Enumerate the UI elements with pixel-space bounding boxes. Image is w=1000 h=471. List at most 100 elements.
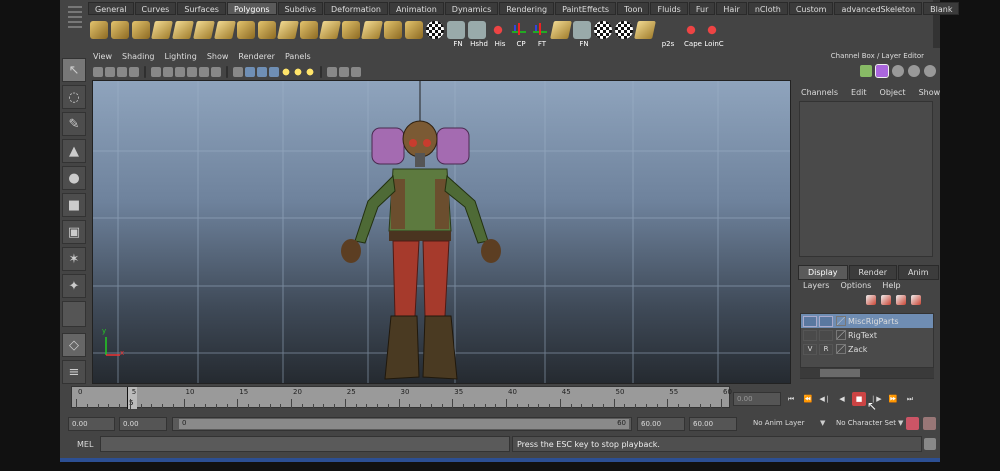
- textured-icon[interactable]: [269, 67, 279, 77]
- scale-tool-icon[interactable]: ■: [62, 193, 86, 217]
- script-icon[interactable]: [924, 65, 936, 77]
- new-layer-from-selection-icon[interactable]: [911, 295, 921, 305]
- poly-bridge-icon[interactable]: [319, 21, 341, 39]
- channel-box-menu-object[interactable]: Object: [880, 88, 906, 97]
- layer-tab-render[interactable]: Render: [848, 265, 897, 280]
- layer-playback-toggle[interactable]: [819, 329, 833, 341]
- shelf-tab-deformation[interactable]: Deformation: [324, 2, 388, 15]
- wireframe-icon[interactable]: [233, 67, 243, 77]
- character-model[interactable]: [341, 120, 501, 380]
- layer-row[interactable]: RigText: [801, 328, 933, 342]
- grid-icon[interactable]: [151, 67, 161, 77]
- shelf-tab-fluids[interactable]: Fluids: [650, 2, 688, 15]
- play-backwards-icon[interactable]: ◀: [835, 392, 849, 406]
- script-editor-icon[interactable]: [924, 438, 936, 450]
- go-to-start-icon[interactable]: ⏮: [784, 392, 798, 406]
- shelf-fn2-icon[interactable]: FN: [573, 21, 591, 48]
- poly-cylinder-icon[interactable]: [132, 21, 150, 39]
- shelf-tab-surfaces[interactable]: Surfaces: [177, 2, 226, 15]
- wireframe-on-shaded-icon[interactable]: [257, 67, 267, 77]
- viewport-menu-lighting[interactable]: Lighting: [164, 52, 196, 65]
- feather-icon[interactable]: [634, 21, 656, 39]
- layer-color-swatch[interactable]: [836, 316, 846, 326]
- tool-settings-icon[interactable]: [892, 65, 904, 77]
- shelf-his-icon[interactable]: His: [489, 21, 507, 48]
- checker-sphere-icon[interactable]: [426, 21, 444, 39]
- anim-layer-dropdown[interactable]: No Anim Layer: [750, 417, 807, 431]
- poly-append-icon[interactable]: [342, 21, 360, 39]
- animation-preferences-icon[interactable]: [923, 417, 936, 430]
- universal-manipulator-icon[interactable]: ▣: [62, 220, 86, 244]
- shelf-cp-icon[interactable]: CP: [510, 21, 528, 48]
- shelf-hshd-icon[interactable]: Hshd: [468, 21, 488, 48]
- step-back-key-icon[interactable]: ⏪: [801, 392, 815, 406]
- command-line-input[interactable]: [100, 436, 510, 452]
- shelf-tab-custom[interactable]: Custom: [788, 2, 834, 15]
- command-language-label[interactable]: MEL: [77, 440, 93, 449]
- viewport-menu-renderer[interactable]: Renderer: [238, 52, 275, 65]
- layer-tab-display[interactable]: Display: [798, 265, 848, 280]
- layer-visibility-toggle[interactable]: [803, 329, 817, 341]
- channel-box-icon[interactable]: [860, 65, 872, 77]
- layer-color-swatch[interactable]: [836, 344, 846, 354]
- character-set-dropdown[interactable]: No Character Set: [833, 417, 899, 431]
- shelf-tab-animation[interactable]: Animation: [388, 2, 444, 15]
- shelf-tab-general[interactable]: General: [88, 2, 134, 15]
- shelf-tab-painteffects[interactable]: PaintEffects: [555, 2, 617, 15]
- rotate-tool-icon[interactable]: ●: [62, 166, 86, 190]
- shelf-tab-toon[interactable]: Toon: [617, 2, 650, 15]
- poly-cube-icon[interactable]: [90, 21, 108, 39]
- select-tool-icon[interactable]: ↖: [62, 58, 86, 82]
- channel-box-area[interactable]: [799, 101, 933, 257]
- lighting-icon[interactable]: [305, 67, 315, 77]
- playback-end-field[interactable]: 60.00: [637, 417, 685, 431]
- layer-visibility-toggle[interactable]: [803, 315, 817, 327]
- poly-split-icon[interactable]: [361, 21, 383, 39]
- shelf-tab-subdivs[interactable]: Subdivs: [277, 2, 324, 15]
- range-slider[interactable]: 0 60: [172, 417, 632, 431]
- go-to-end-icon[interactable]: ⏭: [903, 392, 917, 406]
- end-time-field[interactable]: 60.00: [689, 417, 737, 431]
- checker-flag-2-icon[interactable]: [615, 21, 633, 39]
- resolution-gate-icon[interactable]: [175, 67, 185, 77]
- shadows-icon[interactable]: [293, 67, 303, 77]
- shelf-grip[interactable]: [68, 6, 82, 40]
- poly-mirror-icon[interactable]: [277, 21, 299, 39]
- scrollbar-thumb[interactable]: [820, 369, 860, 377]
- layer-color-swatch[interactable]: [836, 330, 846, 340]
- layer-tab-anim[interactable]: Anim: [897, 265, 939, 280]
- step-back-frame-icon[interactable]: ◀❘: [818, 392, 832, 406]
- perspective-viewport[interactable]: y x: [92, 80, 791, 384]
- layer-playback-toggle[interactable]: [819, 315, 833, 327]
- attribute-editor-icon[interactable]: [875, 64, 889, 78]
- shelf-cape-icon[interactable]: Cape: [682, 21, 702, 48]
- layer-list-scrollbar[interactable]: [800, 367, 934, 378]
- channel-box-menu-show[interactable]: Show: [919, 88, 941, 97]
- shelf-fn-icon[interactable]: FN: [447, 21, 465, 48]
- layout-outliner-icon[interactable]: ≡: [62, 360, 86, 384]
- shelf-tab-curves[interactable]: Curves: [134, 2, 177, 15]
- shelf-tab-advancedskeleton[interactable]: advancedSkeleton: [834, 2, 923, 15]
- move-tool-icon[interactable]: ▲: [62, 139, 86, 163]
- select-camera-icon[interactable]: [93, 67, 103, 77]
- channel-box-menu-channels[interactable]: Channels: [801, 88, 838, 97]
- shelf-ft-icon[interactable]: FT: [531, 21, 549, 48]
- paint-select-tool-icon[interactable]: ✎: [62, 112, 86, 136]
- viewport-menu-show[interactable]: Show: [207, 52, 229, 65]
- shelf-tab-polygons[interactable]: Polygons: [226, 2, 277, 15]
- shelf-tab-ncloth[interactable]: nCloth: [747, 2, 788, 15]
- playback-start-field[interactable]: 0.00: [119, 417, 167, 431]
- viewport-menu-shading[interactable]: Shading: [122, 52, 155, 65]
- layout-single-icon[interactable]: ◇: [62, 333, 86, 357]
- time-slider[interactable]: 5 0 5 10 15 20 25 30 35 40 45 50 55 60: [71, 386, 732, 409]
- layer-menu-options[interactable]: Options: [840, 281, 871, 290]
- smooth-shade-icon[interactable]: [245, 67, 255, 77]
- bookmark-icon[interactable]: [117, 67, 127, 77]
- start-time-field[interactable]: 0.00: [68, 417, 115, 431]
- shelf-loinc-icon[interactable]: LoinC: [703, 21, 724, 48]
- shelf-tab-rendering[interactable]: Rendering: [499, 2, 555, 15]
- isolate-select-icon[interactable]: [327, 67, 337, 77]
- shelf-tab-dynamics[interactable]: Dynamics: [444, 2, 499, 15]
- poly-separate-icon[interactable]: [193, 21, 215, 39]
- layer-menu-help[interactable]: Help: [882, 281, 900, 290]
